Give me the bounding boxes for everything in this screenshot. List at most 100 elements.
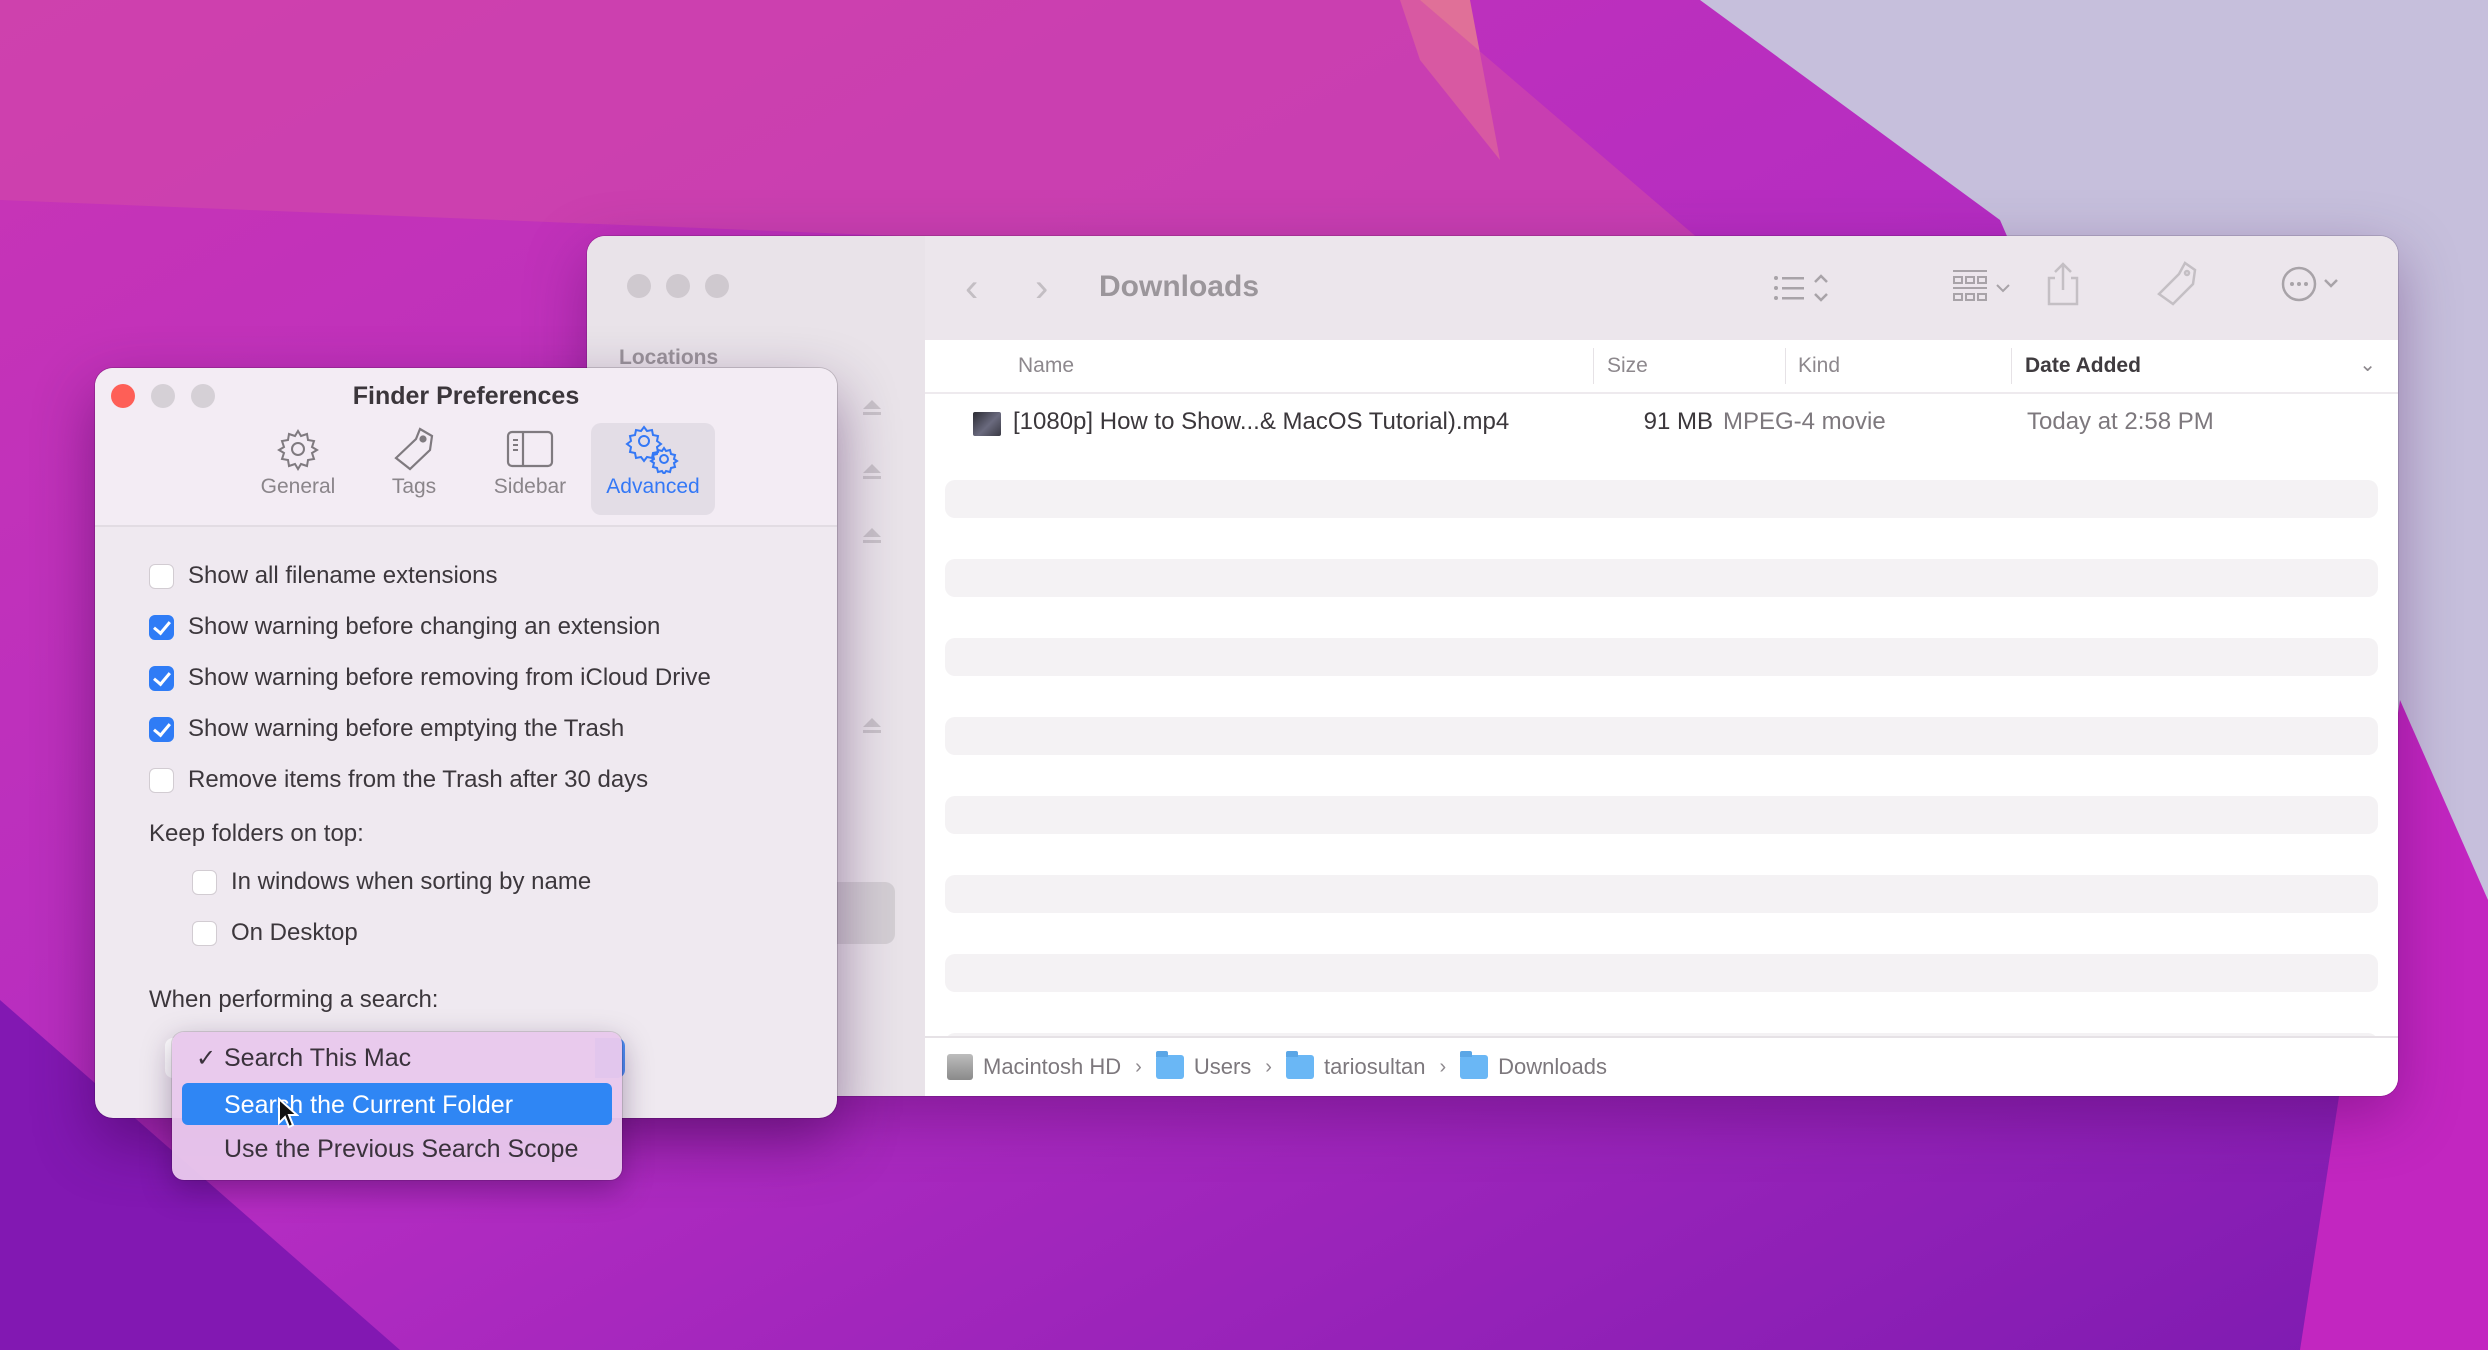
menu-item-search-this-mac[interactable]: ✓ Search This Mac [182,1036,612,1078]
option-label: On Desktop [231,919,358,946]
option-remove-trash-30-days[interactable]: Remove items from the Trash after 30 day… [149,766,648,794]
minimize-button[interactable] [666,274,690,298]
option-warn-change-extension[interactable]: Show warning before changing an extensio… [149,613,660,641]
sidebar-section-locations: Locations [619,346,719,369]
window-controls [627,274,729,298]
path-label: tariosultan [1323,1054,1426,1079]
finder-window: Locations ‹ › Downloads Name Size Kind D… [587,236,2398,1096]
sidebar-icon [475,423,585,475]
list-view-icon[interactable] [1773,272,1843,311]
sort-chevron-icon[interactable]: ⌄ [2359,352,2376,377]
file-size: 91 MB [1643,408,1713,435]
tab-label: General [260,475,336,498]
option-label: Show warning before emptying the Trash [188,715,625,742]
tag-icon [359,423,469,475]
zoom-button[interactable] [705,274,729,298]
menu-item-search-current-folder[interactable]: Search the Current Folder [182,1083,612,1125]
search-scope-menu: ✓ Search This Mac Search the Current Fol… [172,1032,622,1180]
hard-drive-icon [947,1054,973,1080]
share-icon[interactable] [2045,260,2081,313]
option-label: Show warning before removing from iCloud… [188,664,711,691]
window-title: Downloads [1099,270,1260,303]
option-warn-empty-trash[interactable]: Show warning before emptying the Trash [149,715,624,743]
option-show-extensions[interactable]: Show all filename extensions [149,562,498,590]
path-separator-icon: › [1439,1055,1447,1078]
back-button[interactable]: ‹ [965,266,978,311]
checkbox[interactable] [149,716,174,742]
tab-sidebar[interactable]: Sidebar [475,423,585,515]
search-scope-label: When performing a search: [149,986,439,1013]
checkbox[interactable] [192,869,217,895]
path-label: Downloads [1498,1054,1607,1079]
option-folders-top-windows[interactable]: In windows when sorting by name [192,868,591,896]
column-size[interactable]: Size [1607,354,1648,378]
tab-label: Tags [391,475,437,498]
tab-advanced[interactable]: Advanced [591,423,715,515]
empty-row [945,717,2378,755]
gear-icon [243,423,353,475]
eject-icon[interactable] [862,400,882,418]
home-folder-icon [1285,1051,1314,1079]
path-item-home[interactable]: tariosultan [1285,1051,1426,1080]
tab-label: Advanced [606,475,700,498]
file-name: [1080p] How to Show...& MacOS Tutorial).… [1013,408,1510,435]
downloads-folder-icon [1460,1051,1489,1079]
checkbox[interactable] [192,920,217,946]
tab-tags[interactable]: Tags [359,423,469,515]
eject-icon[interactable] [862,528,882,546]
path-item-users[interactable]: Users [1155,1051,1252,1080]
keep-folders-label: Keep folders on top: [149,820,364,847]
menu-item-previous-scope[interactable]: Use the Previous Search Scope [182,1127,612,1169]
finder-preferences-window: Finder Preferences General Tags Sidebar [95,368,837,1118]
eject-icon[interactable] [862,464,882,482]
mouse-cursor-icon [277,1096,300,1134]
path-label: Macintosh HD [983,1054,1122,1079]
more-icon[interactable] [2281,264,2351,309]
preferences-toolbar: Finder Preferences General Tags Sidebar [95,368,837,527]
column-date-added[interactable]: Date Added [2025,354,2141,378]
column-divider[interactable] [1593,348,1594,384]
empty-row [945,638,2378,676]
checkmark-icon: ✓ [196,1045,217,1072]
group-icon[interactable] [1951,268,2021,313]
column-name[interactable]: Name [1018,354,1074,378]
gears-icon [591,423,715,475]
empty-row [945,480,2378,518]
file-kind: MPEG-4 movie [1723,408,1886,435]
file-list: [1080p] How to Show...& MacOS Tutorial).… [925,394,2398,1071]
checkbox[interactable] [149,767,174,793]
close-button[interactable] [627,274,651,298]
column-kind[interactable]: Kind [1798,354,1840,378]
folder-icon [1155,1051,1184,1079]
column-divider[interactable] [2011,348,2012,384]
path-bar: Macintosh HD › Users › tariosultan › Dow… [925,1036,2398,1096]
tab-general[interactable]: General [243,423,353,515]
menu-item-label: Use the Previous Search Scope [224,1135,579,1163]
menu-item-label: Search This Mac [224,1044,412,1072]
window-title: Finder Preferences [352,382,580,410]
checkbox[interactable] [149,614,174,640]
checkbox[interactable] [149,563,174,589]
tag-icon[interactable] [2155,260,2199,313]
option-warn-remove-icloud[interactable]: Show warning before removing from iCloud… [149,664,711,692]
option-label: In windows when sorting by name [231,868,592,895]
checkbox[interactable] [149,665,174,691]
file-row[interactable]: [1080p] How to Show...& MacOS Tutorial).… [945,404,2378,442]
column-divider[interactable] [1785,348,1786,384]
path-item-downloads[interactable]: Downloads [1460,1051,1607,1080]
path-item-macintosh-hd[interactable]: Macintosh HD [947,1054,1121,1080]
column-headers: Name Size Kind Date Added ⌄ [925,340,2398,394]
menu-item-label: Search the Current Folder [224,1091,514,1119]
option-label: Show warning before changing an extensio… [188,613,661,640]
option-label: Remove items from the Trash after 30 day… [188,766,649,793]
empty-row [945,875,2378,913]
empty-row [945,559,2378,597]
tab-label: Sidebar [493,475,567,498]
eject-icon[interactable] [862,718,882,736]
option-label: Show all filename extensions [188,562,498,589]
option-folders-top-desktop[interactable]: On Desktop [192,919,358,947]
path-separator-icon: › [1135,1055,1142,1078]
forward-button[interactable]: › [1035,266,1048,311]
path-separator-icon: › [1265,1055,1272,1078]
path-label: Users [1193,1054,1252,1079]
